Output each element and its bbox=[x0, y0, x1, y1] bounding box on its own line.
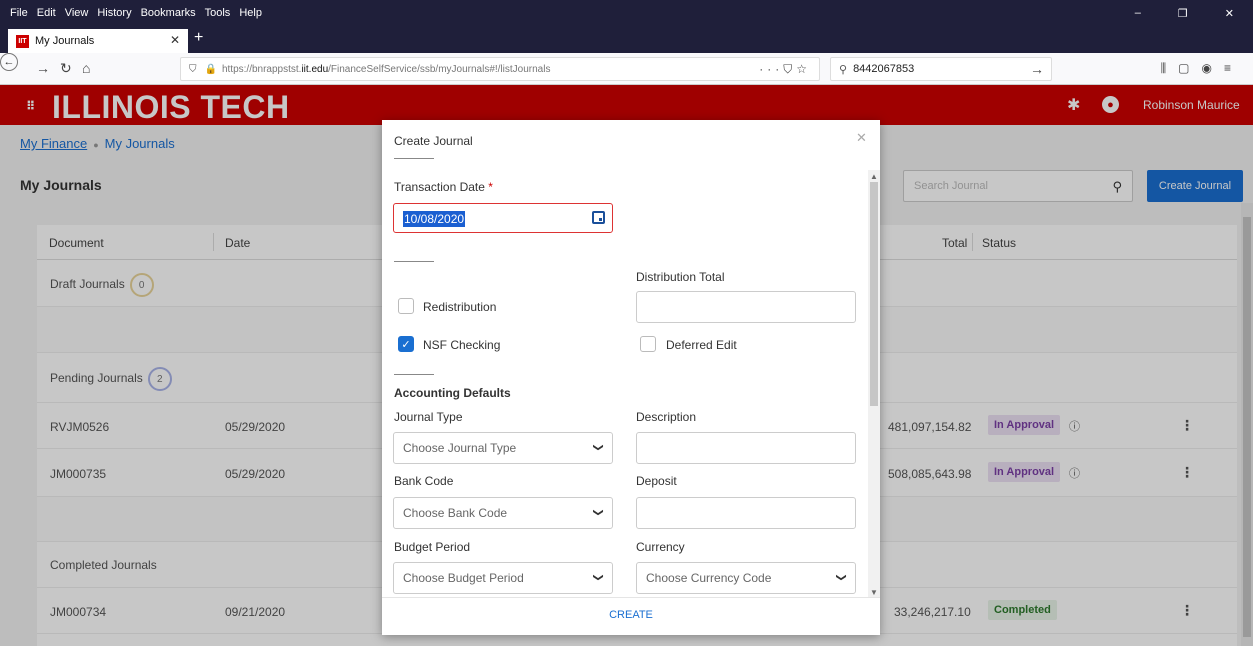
transaction-date-input[interactable]: 10/08/2020 bbox=[393, 203, 613, 233]
distribution-total-label: Distribution Total bbox=[636, 270, 725, 284]
budget-period-select[interactable]: Choose Budget Period ❯ bbox=[393, 562, 613, 594]
tab-close-icon[interactable]: ✕ bbox=[170, 33, 180, 47]
scroll-up-icon[interactable]: ▲ bbox=[870, 172, 878, 181]
redistribution-checkbox[interactable] bbox=[398, 298, 414, 314]
deposit-input[interactable] bbox=[636, 497, 856, 529]
journal-type-placeholder: Choose Journal Type bbox=[403, 441, 517, 455]
divider bbox=[394, 374, 434, 375]
bank-code-placeholder: Choose Bank Code bbox=[403, 506, 508, 520]
tab-strip: IIT My Journals ✕ + bbox=[0, 26, 1253, 53]
forward-icon[interactable]: → bbox=[36, 60, 50, 76]
url-path: /FinanceSelfService/ssb/myJournals#!/lis… bbox=[328, 63, 551, 75]
menu-help[interactable]: Help bbox=[239, 7, 262, 19]
browser-menubar: File Edit View History Bookmarks Tools H… bbox=[0, 0, 1253, 26]
calendar-icon[interactable] bbox=[592, 211, 605, 224]
home-icon[interactable]: ⌂ bbox=[82, 60, 90, 76]
go-arrow-icon[interactable]: → bbox=[1030, 61, 1044, 77]
lock-icon: 🔒 bbox=[204, 63, 217, 75]
browser-search-value: 8442067853 bbox=[853, 63, 915, 75]
required-mark: * bbox=[488, 180, 493, 194]
deferred-edit-label: Deferred Edit bbox=[666, 338, 737, 352]
redistribution-label: Redistribution bbox=[423, 300, 497, 314]
url-prefix: https://bnrappstst. bbox=[221, 63, 302, 75]
transaction-date-label: Transaction Date * bbox=[394, 180, 493, 194]
favicon-icon: IIT bbox=[16, 34, 29, 48]
menu-file[interactable]: File bbox=[10, 7, 28, 19]
bank-code-select[interactable]: Choose Bank Code ❯ bbox=[393, 497, 613, 529]
modal-scrollbar[interactable]: ▲ ▼ bbox=[868, 170, 880, 600]
deposit-label: Deposit bbox=[636, 474, 677, 488]
chevron-down-icon: ❯ bbox=[835, 573, 847, 582]
tab-title: My Journals bbox=[35, 35, 95, 47]
divider bbox=[394, 158, 434, 159]
back-icon[interactable]: ← bbox=[0, 53, 18, 71]
create-button[interactable]: CREATE bbox=[382, 609, 880, 621]
search-icon: ⚲ bbox=[839, 63, 848, 76]
minimize-icon[interactable]: – bbox=[1135, 7, 1141, 19]
reload-icon[interactable]: ↻ bbox=[60, 60, 72, 77]
distribution-total-input[interactable] bbox=[636, 291, 856, 323]
description-label: Description bbox=[636, 410, 697, 424]
deferred-edit-checkbox[interactable] bbox=[640, 336, 656, 352]
currency-select[interactable]: Choose Currency Code ❯ bbox=[636, 562, 856, 594]
close-icon[interactable]: ✕ bbox=[856, 130, 867, 146]
new-tab-icon[interactable]: + bbox=[194, 29, 203, 47]
budget-period-label: Budget Period bbox=[394, 540, 471, 554]
window-controls: – ❐ ✕ bbox=[1135, 0, 1243, 26]
currency-placeholder: Choose Currency Code bbox=[646, 571, 772, 585]
divider bbox=[394, 261, 434, 262]
scroll-down-icon[interactable]: ▼ bbox=[870, 588, 878, 597]
restore-icon[interactable]: ❐ bbox=[1178, 7, 1188, 20]
menu-history[interactable]: History bbox=[97, 7, 131, 19]
description-input[interactable] bbox=[636, 432, 856, 464]
close-window-icon[interactable]: ✕ bbox=[1225, 7, 1234, 20]
modal-footer: CREATE bbox=[382, 597, 880, 635]
browser-tab[interactable]: IIT My Journals ✕ bbox=[8, 29, 188, 53]
menu-edit[interactable]: Edit bbox=[37, 7, 56, 19]
page-actions-icon[interactable]: ···⛉☆ bbox=[759, 62, 811, 77]
chevron-down-icon: ❯ bbox=[592, 573, 604, 582]
modal-scrollbar-thumb[interactable] bbox=[870, 182, 878, 406]
accounting-defaults-label: Accounting Defaults bbox=[394, 386, 511, 400]
menu-bookmarks[interactable]: Bookmarks bbox=[141, 7, 196, 19]
journal-type-label: Journal Type bbox=[394, 410, 463, 424]
journal-type-select[interactable]: Choose Journal Type ❯ bbox=[393, 432, 613, 464]
toolbar-icons[interactable]: ⫼▢◉≡ bbox=[1161, 61, 1243, 76]
nsf-checking-checkbox[interactable]: ✓ bbox=[398, 336, 414, 352]
chevron-down-icon: ❯ bbox=[592, 508, 604, 517]
shield-icon: ⛉ bbox=[189, 63, 197, 75]
url-bar[interactable]: ⛉ 🔒 https://bnrappstst. iit.edu/FinanceSe… bbox=[180, 57, 820, 81]
browser-navbar: ← → ↻ ⌂ ⛉ 🔒 https://bnrappstst. iit.edu/F… bbox=[0, 53, 1253, 85]
budget-period-placeholder: Choose Budget Period bbox=[403, 571, 524, 585]
menu-view[interactable]: View bbox=[65, 7, 89, 19]
menu-tools[interactable]: Tools bbox=[205, 7, 231, 19]
page: ⠿ ILLINOIS TECH ✱ ● Robinson Maurice My … bbox=[0, 85, 1253, 646]
nsf-checking-label: NSF Checking bbox=[423, 338, 501, 352]
chevron-down-icon: ❯ bbox=[592, 443, 604, 452]
create-journal-modal: Create Journal ✕ Transaction Date * 10/0… bbox=[382, 120, 880, 635]
currency-label: Currency bbox=[636, 540, 685, 554]
bank-code-label: Bank Code bbox=[394, 474, 454, 488]
modal-header: Create Journal ✕ bbox=[382, 120, 880, 160]
transaction-date-value: 10/08/2020 bbox=[403, 211, 466, 227]
browser-search-input[interactable]: ⚲ 8442067853 bbox=[830, 57, 1052, 81]
url-domain: iit.edu bbox=[301, 63, 329, 75]
modal-title: Create Journal bbox=[394, 134, 473, 148]
